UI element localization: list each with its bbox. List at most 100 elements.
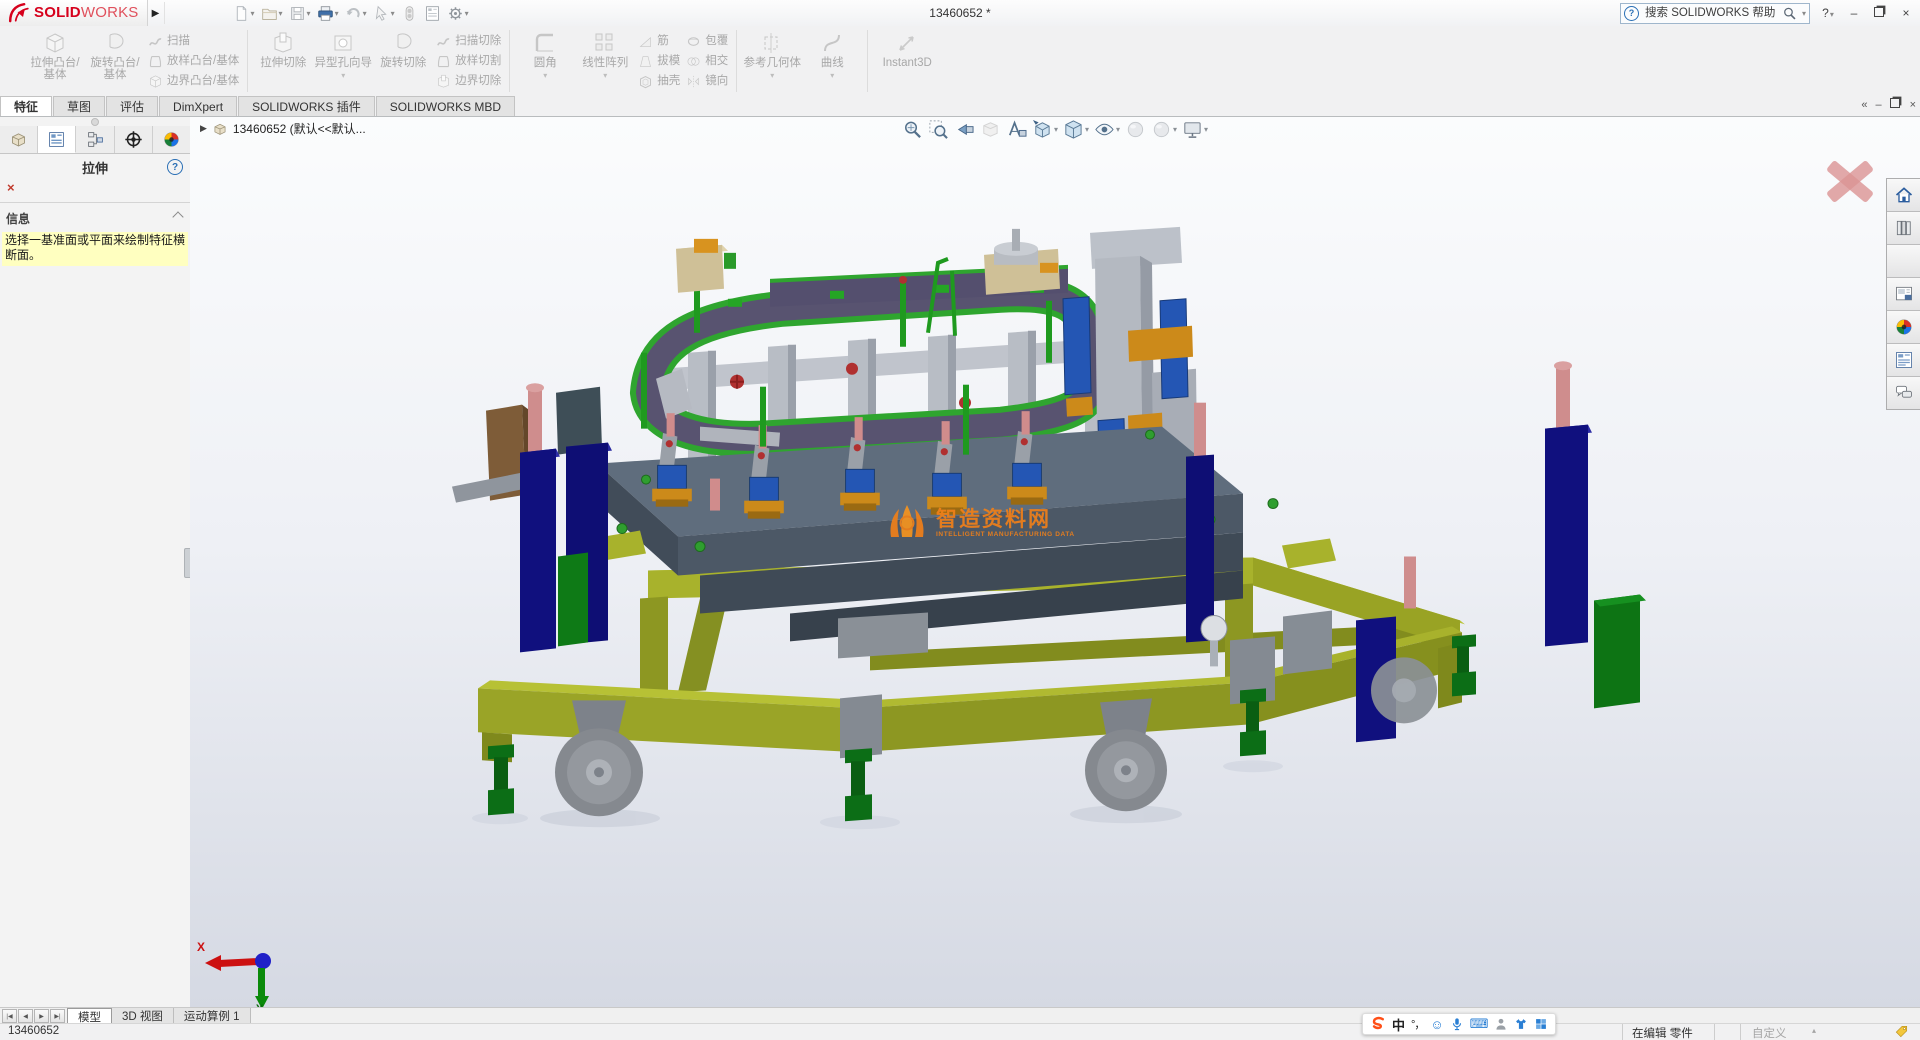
curves-button[interactable]: 曲线 ▾ xyxy=(803,26,861,96)
forum-button[interactable] xyxy=(1887,377,1920,409)
appearances-button[interactable] xyxy=(1887,311,1920,344)
boundary-cut-button[interactable]: 边界切除 xyxy=(436,73,501,90)
graphics-viewport[interactable]: ▶ 13460652 (默认<<默认... ▾ ▾ ▾ ▾ ▾ 智造资料网 xyxy=(190,117,1920,1008)
status-custom-dropdown[interactable]: 自定义 xyxy=(1752,1025,1787,1040)
hide-show-items-button[interactable]: ▾ xyxy=(1093,118,1121,141)
caret-down-icon[interactable]: ▾ xyxy=(1802,9,1806,18)
confirmation-corner-cancel-button[interactable] xyxy=(1822,155,1878,205)
apply-scene-button[interactable]: ▾ xyxy=(1150,118,1178,141)
help-button[interactable]: ?▾ xyxy=(1820,6,1836,20)
doc-close-button[interactable]: × xyxy=(1910,99,1916,111)
restore-button[interactable] xyxy=(1872,6,1888,20)
revolved-boss-button[interactable]: 旋转凸台/基体 xyxy=(86,26,144,96)
tab-configuration-manager[interactable] xyxy=(76,126,114,153)
boundary-boss-button[interactable]: 边界凸台/基体 xyxy=(148,73,239,90)
menu-flyout-arrow[interactable]: ▶ xyxy=(148,2,165,24)
pm-help-icon[interactable]: ? xyxy=(167,159,183,175)
ime-language-toggle[interactable]: 中 xyxy=(1392,1015,1405,1034)
rebuild-button[interactable] xyxy=(399,4,420,23)
shirt-skin-icon[interactable] xyxy=(1514,1017,1528,1031)
caret-down-icon[interactable]: ▾ xyxy=(1116,125,1120,134)
custom-properties-button[interactable] xyxy=(1887,344,1920,377)
swept-cut-button[interactable]: 扫描切除 xyxy=(436,33,501,50)
next-tab-button[interactable]: ▶ xyxy=(34,1009,49,1023)
caret-down-icon[interactable]: ▾ xyxy=(770,70,774,82)
mirror-button[interactable]: 镜向 xyxy=(686,73,728,90)
caret-down-icon[interactable]: ▾ xyxy=(1054,125,1058,134)
caret-down-icon[interactable]: ▾ xyxy=(465,9,469,18)
revolved-cut-button[interactable]: 旋转切除 xyxy=(374,26,432,96)
tab-features[interactable]: 特征 xyxy=(0,96,52,116)
collapse-chevron-icon[interactable] xyxy=(172,211,183,222)
tab-model[interactable]: 模型 xyxy=(67,1008,112,1024)
instant3d-button[interactable]: Instant3D xyxy=(874,26,940,96)
caret-up-icon[interactable]: ▴ xyxy=(1812,1026,1816,1035)
keyboard-icon[interactable]: ⌨ xyxy=(1470,1016,1489,1032)
rib-button[interactable]: 筋 xyxy=(638,33,680,50)
caret-down-icon[interactable]: ▾ xyxy=(1204,125,1208,134)
sogou-logo-icon[interactable] xyxy=(1370,1016,1386,1032)
microphone-icon[interactable] xyxy=(1450,1017,1464,1031)
view-orientation-button[interactable]: ▾ xyxy=(1031,118,1059,141)
tab-evaluate[interactable]: 评估 xyxy=(106,96,158,116)
search-box[interactable]: ? ▾ xyxy=(1620,3,1810,24)
ime-punctuation-toggle[interactable]: °， xyxy=(1411,1016,1424,1032)
previous-view-button[interactable] xyxy=(953,118,976,141)
reference-geometry-button[interactable]: 参考几何体 ▾ xyxy=(743,26,801,96)
file-explorer-button[interactable] xyxy=(1887,245,1920,278)
draft-button[interactable]: 拔模 xyxy=(638,53,680,70)
undo-button[interactable]: ▾ xyxy=(343,4,369,23)
status-tag-button[interactable] xyxy=(1895,1025,1908,1038)
toolbox-grid-icon[interactable] xyxy=(1534,1017,1548,1031)
tab-sketch[interactable]: 草图 xyxy=(53,96,105,116)
tab-solidworks-mbd[interactable]: SOLIDWORKS MBD xyxy=(376,96,515,116)
caret-down-icon[interactable]: ▾ xyxy=(1085,125,1089,134)
tab-property-manager[interactable] xyxy=(38,126,76,153)
options-button[interactable]: ▾ xyxy=(445,4,471,23)
new-document-button[interactable]: ▾ xyxy=(231,4,257,23)
display-style-button[interactable]: ▾ xyxy=(1062,118,1090,141)
info-section-header[interactable]: 信息 xyxy=(0,205,190,231)
save-button[interactable]: ▾ xyxy=(287,4,313,23)
caret-down-icon[interactable]: ▾ xyxy=(335,9,339,18)
open-document-button[interactable]: ▾ xyxy=(259,4,285,23)
model-3d-fixture[interactable] xyxy=(190,117,1920,1008)
lofted-boss-button[interactable]: 放样凸台/基体 xyxy=(148,53,239,70)
task-pane-home-button[interactable] xyxy=(1887,179,1920,212)
view-palette-button[interactable] xyxy=(1887,278,1920,311)
caret-down-icon[interactable]: ▾ xyxy=(391,9,395,18)
linear-pattern-button[interactable]: 线性阵列 ▾ xyxy=(576,26,634,96)
extruded-cut-button[interactable]: 拉伸切除 xyxy=(254,26,312,96)
first-tab-button[interactable]: |◀ xyxy=(2,1009,17,1023)
caret-down-icon[interactable]: ▾ xyxy=(279,9,283,18)
prev-tab-button[interactable]: ◀ xyxy=(18,1009,33,1023)
pin-commandmanager-icon[interactable]: « xyxy=(1861,99,1867,111)
tree-expand-icon[interactable]: ▶ xyxy=(200,123,207,134)
shell-button[interactable]: 抽壳 xyxy=(638,73,680,90)
annotation-views-button[interactable] xyxy=(1005,118,1028,141)
intersect-button[interactable]: 相交 xyxy=(686,53,728,70)
search-icon[interactable] xyxy=(1782,6,1797,21)
feature-tree-root[interactable]: ▶ 13460652 (默认<<默认... xyxy=(200,120,366,137)
fillet-button[interactable]: 圆角 ▾ xyxy=(516,26,574,96)
tab-solidworks-addins[interactable]: SOLIDWORKS 插件 xyxy=(238,96,375,116)
section-view-button[interactable] xyxy=(979,118,1002,141)
caret-down-icon[interactable]: ▾ xyxy=(603,70,607,82)
caret-down-icon[interactable]: ▾ xyxy=(307,9,311,18)
close-button[interactable]: × xyxy=(1898,6,1914,20)
lofted-cut-button[interactable]: 放样切割 xyxy=(436,53,501,70)
emoji-icon[interactable]: ☺ xyxy=(1430,1017,1443,1032)
caret-down-icon[interactable]: ▾ xyxy=(251,9,255,18)
caret-down-icon[interactable]: ▾ xyxy=(1173,125,1177,134)
person-skin-icon[interactable] xyxy=(1494,1017,1508,1031)
tab-dimxpert-manager[interactable] xyxy=(115,126,153,153)
hole-wizard-button[interactable]: 异型孔向导 ▾ xyxy=(314,26,372,96)
solidworks-logo[interactable]: SOLIDWORKS xyxy=(0,0,148,26)
tab-motion-study[interactable]: 运动算例 1 xyxy=(174,1008,251,1024)
minimize-button[interactable]: – xyxy=(1846,6,1862,20)
caret-down-icon[interactable]: ▾ xyxy=(543,70,547,82)
tab-featuremanager-tree[interactable] xyxy=(0,126,38,153)
swept-boss-button[interactable]: 扫描 xyxy=(148,33,239,50)
select-button[interactable]: ▾ xyxy=(371,4,397,23)
zoom-to-area-button[interactable] xyxy=(927,118,950,141)
